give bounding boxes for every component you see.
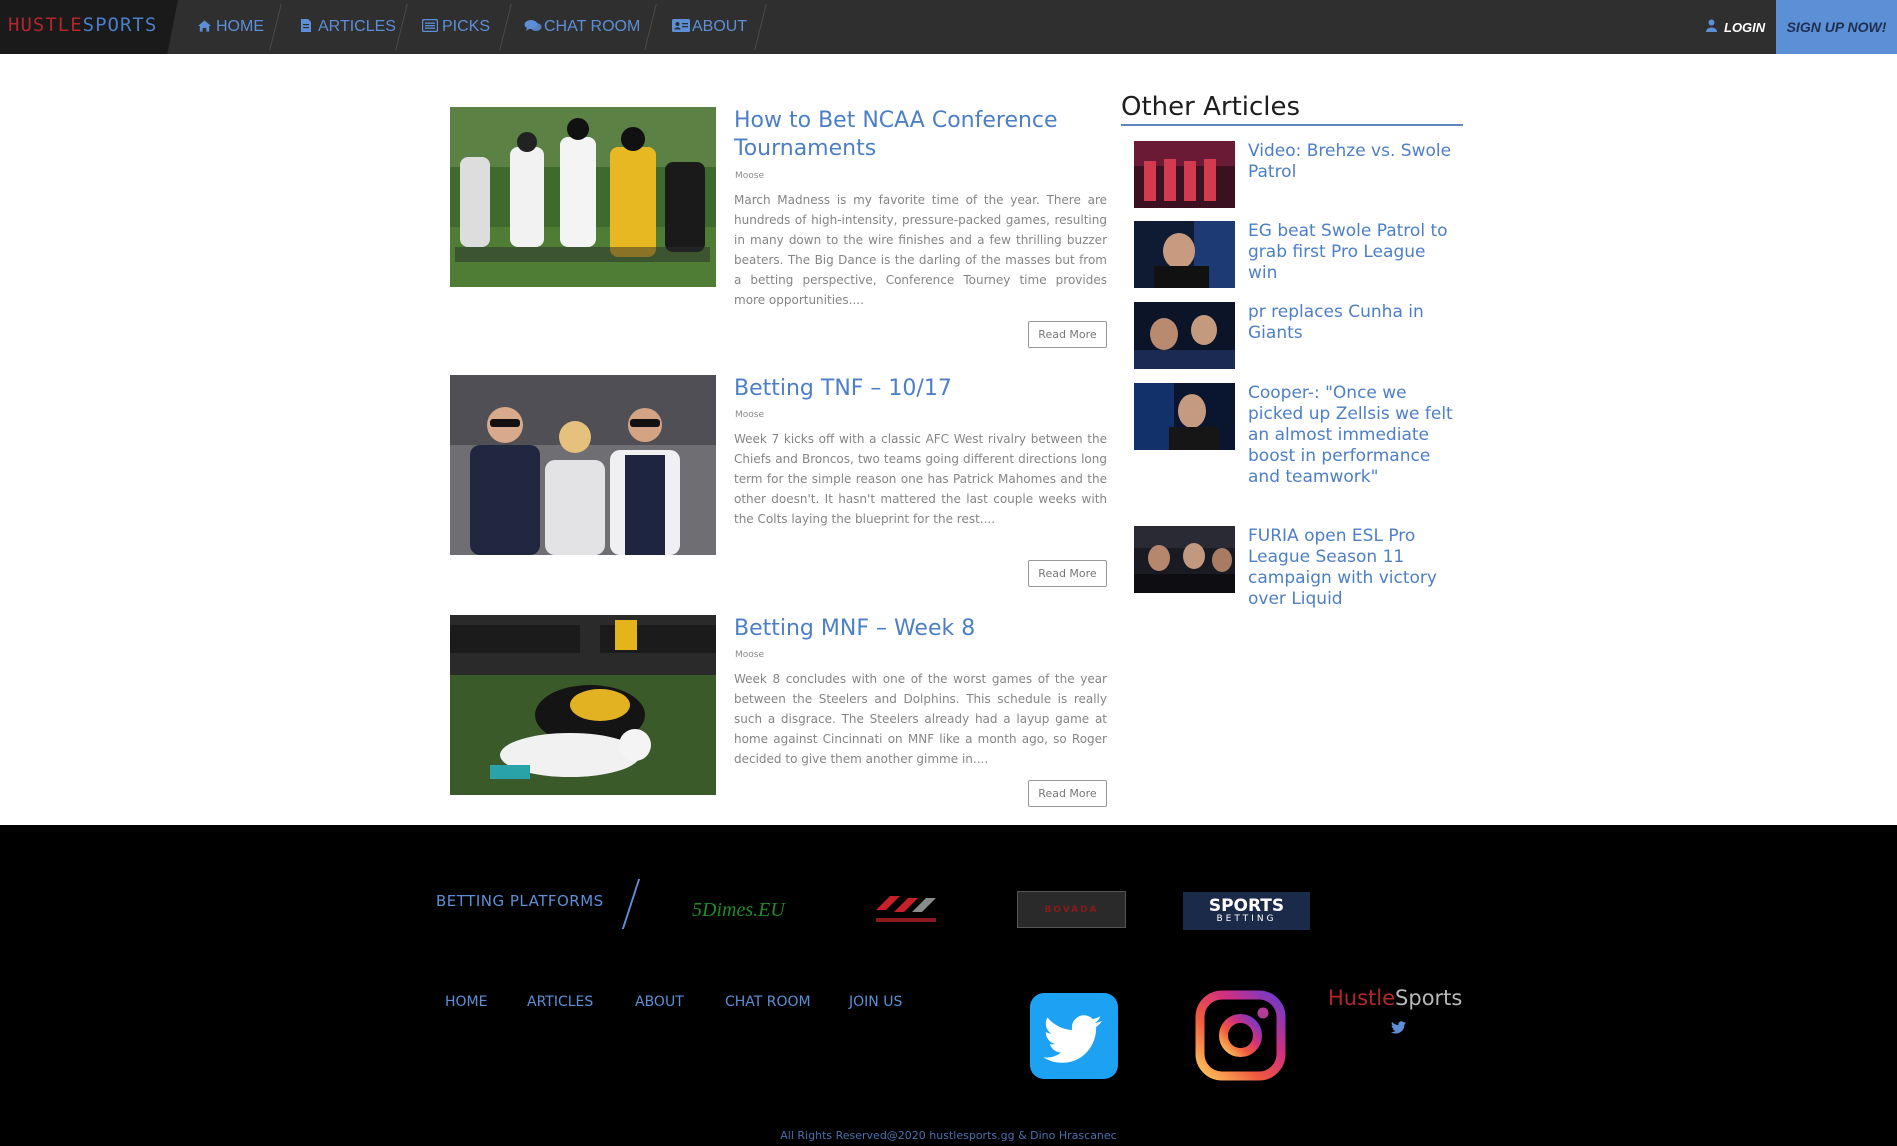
article-excerpt: Week 8 concludes with one of the worst g… (734, 672, 1107, 766)
nav-picks[interactable]: PICKS (421, 0, 491, 54)
sportsbetting-logo[interactable]: SPORTS BETTING (1183, 892, 1310, 930)
user-icon (1703, 19, 1719, 35)
read-more-button[interactable]: Read More (1028, 321, 1107, 348)
betonline-logo[interactable] (870, 888, 942, 928)
read-more-button[interactable]: Read More (1028, 560, 1107, 587)
sidebar-article-thumbnail[interactable] (1134, 526, 1235, 593)
footer-brand-sports: Sports (1395, 986, 1463, 1010)
nav-divider (754, 4, 767, 50)
id-card-icon (672, 19, 690, 35)
nav-chat-room[interactable]: CHAT ROOM (524, 0, 640, 54)
nav-about-label: ABOUT (692, 18, 748, 35)
sidebar-article-title[interactable]: pr replaces Cunha in Giants (1248, 302, 1453, 344)
twitter-icon[interactable] (1030, 993, 1118, 1079)
nav-chat-room-label: CHAT ROOM (544, 18, 641, 35)
sidebar-article-title[interactable]: Cooper-: "Once we picked up Zellsis we f… (1248, 383, 1453, 488)
chat-icon (524, 19, 542, 36)
nav-divider (499, 4, 512, 50)
login-button[interactable]: LOGIN (1703, 0, 1765, 54)
nav-home-label: HOME (216, 18, 264, 35)
logo-part-hustle: HUSTLE (8, 14, 83, 36)
twitter-small-icon[interactable] (1391, 1019, 1406, 1034)
login-label: LOGIN (1724, 19, 1766, 35)
betting-platforms-divider (621, 879, 641, 929)
top-navbar: HUSTLESPORTS HOME ARTICLES PICKS CHAT RO… (0, 0, 1897, 54)
footer-brand: HustleSports (1328, 986, 1462, 1010)
sidebar-article-thumbnail[interactable] (1134, 383, 1235, 450)
signup-label: SIGN UP NOW! (1786, 19, 1887, 35)
article-excerpt: March Madness is my favorite time of the… (734, 193, 1107, 307)
footer-link-home[interactable]: HOME (445, 994, 487, 1010)
article-thumbnail-tackle[interactable] (450, 615, 716, 795)
article-card: How to Bet NCAA Conference Tournaments M… (450, 107, 1107, 348)
betting-platforms-label: BETTING PLATFORMS (436, 892, 604, 910)
sportsbetting-logo-line1: SPORTS (1208, 895, 1285, 916)
copyright-text: All Rights Reserved@2020 hustlesports.gg… (780, 1129, 1117, 1142)
article-title[interactable]: How to Bet NCAA Conference Tournaments (734, 107, 1107, 163)
article-title[interactable]: Betting TNF – 10/17 (734, 375, 1107, 403)
footer-link-chat-room[interactable]: CHAT ROOM (725, 994, 811, 1010)
sidebar-article-thumbnail[interactable] (1134, 221, 1235, 288)
nav-about[interactable]: ABOUT (672, 0, 747, 54)
article-excerpt: Week 7 kicks off with a classic AFC West… (734, 432, 1107, 526)
signup-button[interactable]: SIGN UP NOW! (1776, 0, 1897, 54)
article-author: Moose (735, 171, 765, 181)
sidebar-article-thumbnail[interactable] (1134, 141, 1235, 208)
sidebar-article-title[interactable]: Video: Brehze vs. Swole Patrol (1248, 141, 1453, 183)
logo-part-sports: SPORTS (82, 14, 158, 36)
site-logo[interactable]: HUSTLESPORTS (0, 0, 178, 54)
nav-home[interactable]: HOME (196, 0, 264, 54)
nav-divider (269, 4, 282, 50)
logo-text[interactable]: HUSTLESPORTS (8, 14, 157, 36)
article-author: Moose (735, 410, 765, 420)
bovada-logo[interactable]: BOVADA (1017, 891, 1126, 928)
article-author: Moose (735, 650, 765, 660)
nav-articles-label: ARTICLES (318, 18, 396, 35)
home-icon (196, 19, 212, 36)
footer-link-join-us[interactable]: JOIN US (849, 994, 902, 1010)
nav-divider (395, 4, 408, 50)
nav-divider (644, 4, 657, 50)
footer-link-articles[interactable]: ARTICLES (527, 994, 593, 1010)
footer-brand-hustle: Hustle (1328, 986, 1396, 1010)
nav-articles[interactable]: ARTICLES (298, 0, 396, 54)
article-card: Betting TNF – 10/17 Moose Week 7 kicks o… (450, 375, 1107, 595)
sidebar-article-thumbnail[interactable] (1134, 302, 1235, 369)
list-icon (421, 18, 439, 35)
sportsbetting-logo-line2: BETTING (1216, 913, 1277, 924)
nav-picks-label: PICKS (442, 18, 491, 35)
instagram-icon[interactable] (1195, 990, 1286, 1081)
article-title[interactable]: Betting MNF – Week 8 (734, 615, 1107, 643)
footer: BETTING PLATFORMS 5Dimes.EU BOVADA SPORT… (0, 825, 1897, 1146)
sidebar-divider (1121, 124, 1463, 126)
article-card: Betting MNF – Week 8 Moose Week 8 conclu… (450, 615, 1107, 810)
read-more-button[interactable]: Read More (1028, 780, 1107, 807)
article-thumbnail-fans[interactable] (450, 375, 716, 555)
footer-link-about[interactable]: ABOUT (635, 994, 684, 1010)
sidebar-article-title[interactable]: FURIA open ESL Pro League Season 11 camp… (1248, 526, 1453, 610)
sidebar-title: Other Articles (1121, 92, 1301, 122)
sidebar-article-title[interactable]: EG beat Swole Patrol to grab first Pro L… (1248, 221, 1453, 284)
fivedimes-logo[interactable]: 5Dimes.EU (692, 899, 785, 922)
article-thumbnail-football-practice[interactable] (450, 107, 716, 287)
document-icon (298, 18, 314, 36)
